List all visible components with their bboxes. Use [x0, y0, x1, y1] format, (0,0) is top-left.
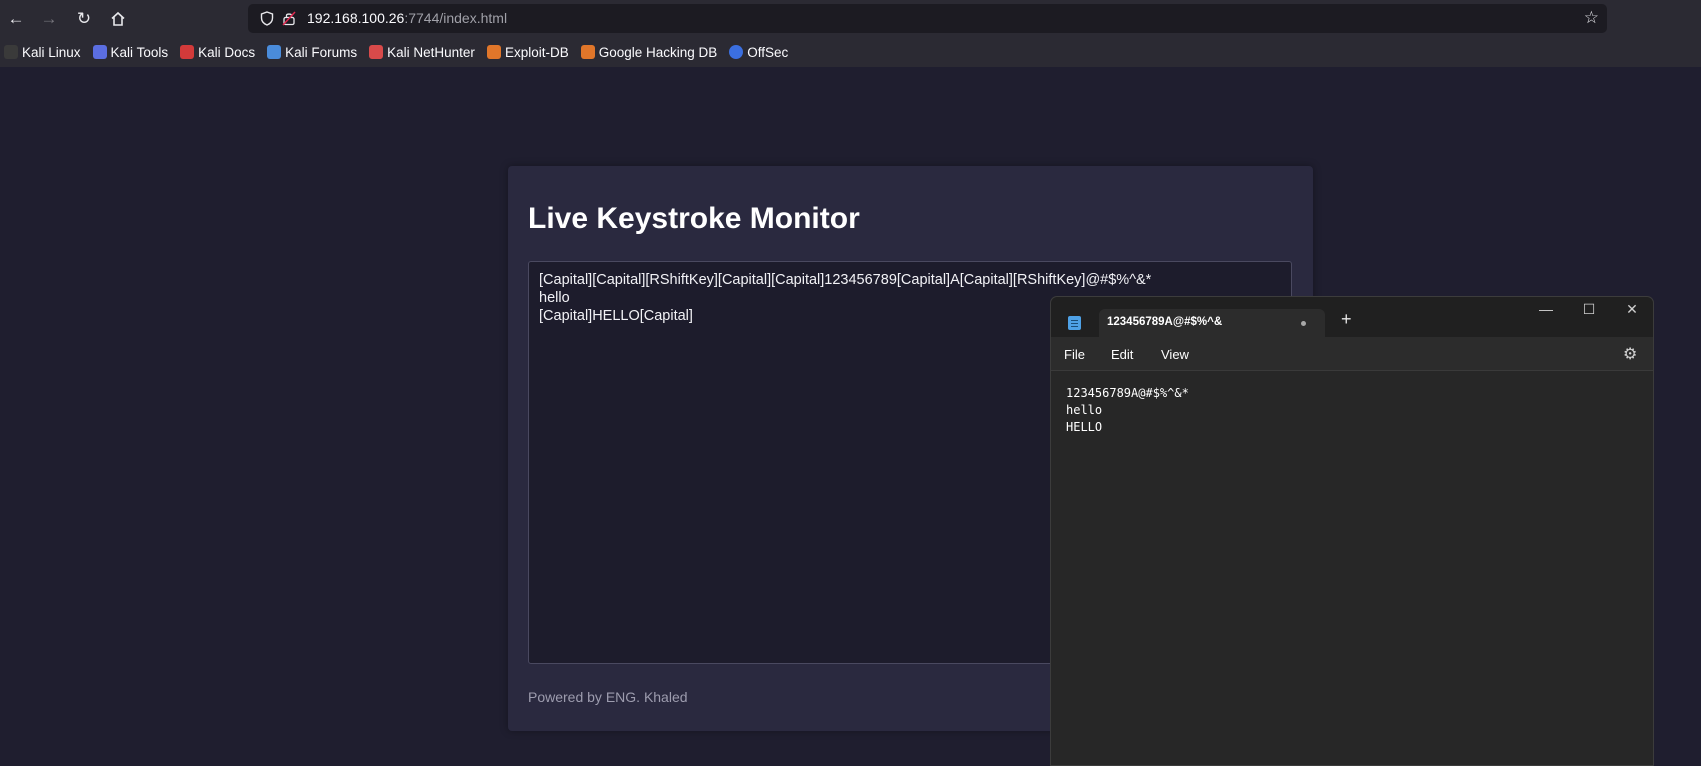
notepad-titlebar[interactable]: 123456789A@#$%^& + — ☐ ✕ [1051, 297, 1653, 337]
forward-arrow-icon[interactable]: → [38, 8, 60, 30]
bookmark-star-icon[interactable]: ☆ [1584, 8, 1599, 28]
bookmarks-bar: Kali Linux Kali Tools Kali Docs Kali For… [0, 37, 1701, 67]
unsaved-dot-icon[interactable] [1301, 321, 1306, 326]
bookmark-kali-tools[interactable]: Kali Tools [92, 45, 168, 60]
browser-toolbar: ← → ↻ 192.168.100.26:7744/index.html ☆ [0, 0, 1701, 37]
url-text[interactable]: 192.168.100.26:7744/index.html [307, 10, 507, 26]
new-tab-plus-icon[interactable]: + [1341, 309, 1352, 330]
back-arrow-icon[interactable]: ← [5, 8, 27, 30]
menu-edit[interactable]: Edit [1111, 347, 1133, 362]
reload-icon[interactable]: ↻ [73, 8, 95, 30]
nethunter-icon [369, 45, 384, 59]
kali-forums-icon [267, 45, 282, 59]
insecure-lock-icon[interactable] [282, 11, 296, 31]
url-bar[interactable]: 192.168.100.26:7744/index.html ☆ [248, 4, 1607, 33]
notepad-icon [1068, 316, 1081, 330]
close-icon[interactable]: ✕ [1617, 301, 1647, 318]
footer-credit: Powered by ENG. Khaled [528, 689, 688, 705]
bookmark-kali-forums[interactable]: Kali Forums [267, 45, 357, 60]
bookmark-kali-linux[interactable]: Kali Linux [4, 45, 81, 60]
notepad-text-area[interactable]: 123456789A@#$%^&* hello HELLO [1066, 385, 1189, 436]
ghdb-icon [580, 45, 595, 59]
kali-docs-icon [180, 45, 195, 59]
offsec-icon [729, 45, 744, 59]
menu-view[interactable]: View [1161, 347, 1189, 362]
notepad-menubar: File Edit View ⚙ [1051, 337, 1653, 371]
shield-icon[interactable] [260, 11, 274, 31]
notepad-tab[interactable]: 123456789A@#$%^& [1099, 309, 1325, 337]
bookmark-google-hacking-db[interactable]: Google Hacking DB [580, 45, 717, 60]
settings-gear-icon[interactable]: ⚙ [1623, 344, 1637, 364]
kali-tools-icon [92, 45, 107, 59]
notepad-window: 123456789A@#$%^& + — ☐ ✕ File Edit View … [1050, 296, 1654, 766]
home-icon[interactable] [107, 8, 129, 30]
bookmark-kali-nethunter[interactable]: Kali NetHunter [369, 45, 475, 60]
exploit-db-icon [486, 45, 501, 59]
bookmark-offsec[interactable]: OffSec [729, 45, 788, 60]
bookmark-kali-docs[interactable]: Kali Docs [180, 45, 255, 60]
menu-file[interactable]: File [1064, 347, 1085, 362]
maximize-icon[interactable]: ☐ [1574, 301, 1604, 318]
bookmark-exploit-db[interactable]: Exploit-DB [486, 45, 569, 60]
kali-dragon-icon [4, 45, 18, 59]
page-title: Live Keystroke Monitor [528, 202, 860, 235]
minimize-icon[interactable]: — [1531, 301, 1561, 317]
